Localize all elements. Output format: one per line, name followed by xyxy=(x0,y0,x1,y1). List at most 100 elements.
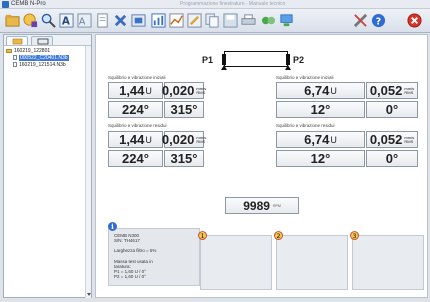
panel-scrollbar[interactable] xyxy=(85,46,91,298)
wizard-icon xyxy=(23,13,38,28)
plane-1-icon: 1 xyxy=(198,231,207,240)
window-subtitle: Programmazione finestrature - Manuale te… xyxy=(180,1,286,7)
scroll-down-icon[interactable] xyxy=(87,293,91,296)
print-icon xyxy=(241,14,256,25)
save-icon xyxy=(223,13,238,28)
right-residual-vibration: 0,052 mm/s RMS xyxy=(366,131,418,148)
left-initial-amplitude: 1,44 U xyxy=(108,82,163,99)
support-right xyxy=(285,65,291,70)
document-button[interactable] xyxy=(94,12,111,29)
close-icon xyxy=(407,13,422,28)
right-initial-label: Squilibrio e vibrazione iniziali xyxy=(276,75,334,80)
svg-text:1: 1 xyxy=(201,233,205,240)
toolbar: A A ? xyxy=(0,9,430,33)
left-residual-phase: 224° xyxy=(108,150,163,167)
svg-text:A: A xyxy=(79,16,86,27)
document-icon xyxy=(97,13,108,28)
folder-icon xyxy=(6,48,12,53)
info-icon: i xyxy=(108,222,117,231)
wizard-button[interactable] xyxy=(22,12,39,29)
plane-p1-label: P1 xyxy=(202,55,214,65)
tools-button[interactable] xyxy=(352,12,369,29)
save-button[interactable] xyxy=(222,12,239,29)
right-initial-phase: 12° xyxy=(276,101,365,118)
zoom-button[interactable] xyxy=(40,12,57,29)
help-button[interactable]: ? xyxy=(370,12,387,29)
rpm-display: 9989 RPM xyxy=(225,197,299,214)
copy-icon xyxy=(205,13,219,28)
bearing-right xyxy=(286,54,290,65)
rotor-body xyxy=(224,51,288,67)
right-initial-amplitude: 6,74 U xyxy=(276,82,365,99)
left-initial-vib-phase: 315° xyxy=(164,101,204,118)
delete-icon xyxy=(114,14,127,27)
tree-file[interactable]: 160219_121514.N3b xyxy=(6,62,84,69)
machine-tab-icon xyxy=(37,38,49,45)
switch-icon xyxy=(261,16,276,25)
svg-text:A: A xyxy=(62,15,70,27)
image-icon: A xyxy=(77,13,92,28)
tab-machine[interactable] xyxy=(31,36,53,45)
right-initial-vibration: 0,052 mm/s RMS xyxy=(366,82,418,99)
left-initial-vibration: 0,020 mm/s RMS xyxy=(161,82,207,99)
text-icon: A xyxy=(59,13,74,28)
right-residual-vib-phase: 0° xyxy=(366,150,418,167)
plane-panel-1 xyxy=(200,235,272,290)
right-residual-phase: 12° xyxy=(276,150,365,167)
close-button[interactable] xyxy=(406,12,423,29)
left-residual-amplitude: 1,44 U xyxy=(108,131,163,148)
print-button[interactable] xyxy=(240,12,257,29)
edit-button[interactable] xyxy=(186,12,203,29)
help-icon: ? xyxy=(371,13,386,27)
svg-text:?: ? xyxy=(376,16,381,27)
tab-files[interactable] xyxy=(6,36,28,45)
left-residual-label: Squilibrio e vibrazione residui xyxy=(108,123,167,128)
window-title: CEMB N-Pro xyxy=(11,1,46,7)
left-residual-vibration: 0,020 mm/s RMS xyxy=(161,131,207,148)
tree-file-selected[interactable]: 000522_C20401.N3b xyxy=(6,55,84,62)
files-tab-icon xyxy=(12,38,23,45)
panel-tabs xyxy=(4,35,91,46)
pencil-icon xyxy=(187,13,202,28)
measure-icon xyxy=(131,14,146,27)
chart-icon xyxy=(151,13,166,28)
switch-button[interactable] xyxy=(260,12,277,29)
info-panel: CEMB N300 S/N: TH4617 Larghezza filtro =… xyxy=(108,228,200,286)
magnifier-icon xyxy=(41,13,56,28)
right-residual-label: Squilibrio e vibrazione residui xyxy=(276,123,335,128)
folder-icon xyxy=(5,14,20,27)
plane-2-icon: 2 xyxy=(274,231,283,240)
right-residual-amplitude: 6,74 U xyxy=(276,131,365,148)
left-residual-vib-phase: 315° xyxy=(164,150,204,167)
file-icon xyxy=(13,62,17,68)
app-icon xyxy=(2,1,9,8)
network-button[interactable] xyxy=(278,12,295,29)
delete-button[interactable] xyxy=(112,12,129,29)
bearing-left xyxy=(222,54,226,65)
copy-button[interactable] xyxy=(204,12,221,29)
right-initial-vib-phase: 0° xyxy=(366,101,418,118)
graph-button[interactable] xyxy=(168,12,185,29)
graph-icon xyxy=(169,13,184,28)
image-tool-button[interactable]: A xyxy=(76,12,93,29)
left-initial-phase: 224° xyxy=(108,101,163,118)
svg-text:3: 3 xyxy=(353,233,357,240)
support-left xyxy=(221,65,227,70)
file-icon xyxy=(13,55,17,61)
network-icon xyxy=(280,14,293,27)
file-tree: 160219_122801 000522_C20401.N3b 160219_1… xyxy=(6,48,84,69)
open-folder-button[interactable] xyxy=(4,12,21,29)
tools-icon xyxy=(353,13,368,28)
text-tool-button[interactable]: A xyxy=(58,12,75,29)
tree-folder[interactable]: 160219_122801 xyxy=(6,48,84,55)
title-bar: CEMB N-Pro Programmazione finestrature -… xyxy=(0,0,430,9)
chart-button[interactable] xyxy=(150,12,167,29)
measure-button[interactable] xyxy=(130,12,147,29)
main-area: P1 P2 Squilibrio e vibrazione iniziali 1… xyxy=(95,34,428,298)
svg-text:2: 2 xyxy=(277,233,281,240)
rotor-diagram: P1 P2 xyxy=(196,49,316,73)
plane-p2-label: P2 xyxy=(293,55,305,65)
plane-3-icon: 3 xyxy=(350,231,359,240)
plane-panel-2 xyxy=(276,235,348,290)
plane-panel-3 xyxy=(352,235,424,290)
